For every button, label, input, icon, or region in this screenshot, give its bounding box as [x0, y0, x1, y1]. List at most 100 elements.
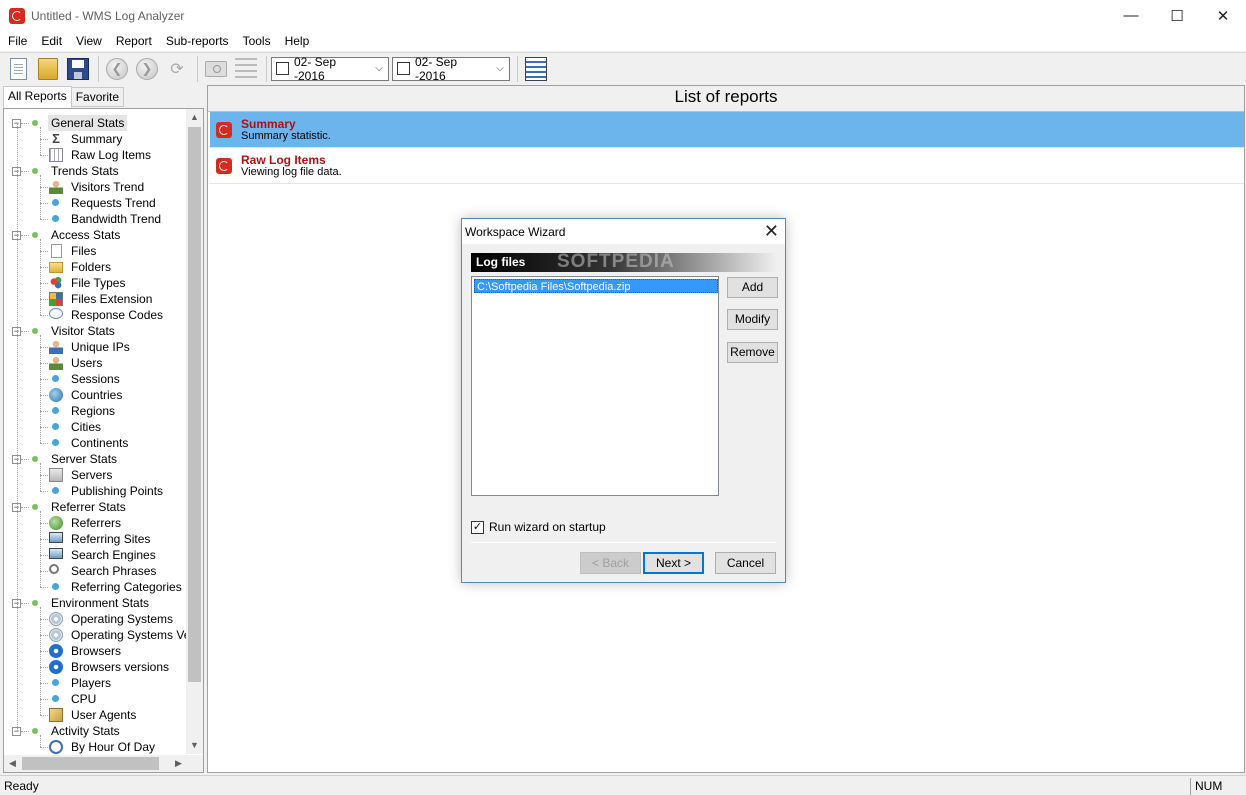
tree-category-label: Server Stats — [51, 452, 118, 466]
tree-item[interactable]: Users — [4, 355, 187, 371]
tree-item[interactable]: Σ Summary — [4, 131, 187, 147]
tree-item[interactable]: Continents — [4, 435, 187, 451]
tree-item[interactable]: Operating Systems — [4, 611, 187, 627]
tree-item[interactable]: Countries — [4, 387, 187, 403]
tree-item[interactable]: Referrers — [4, 515, 187, 531]
maximize-button[interactable]: ☐ — [1154, 0, 1200, 31]
tree-item[interactable]: Referring Sites — [4, 531, 187, 547]
menu-view[interactable]: View — [69, 34, 109, 48]
scroll-right-icon[interactable]: ▶ — [170, 755, 187, 772]
back-button[interactable]: ❮ — [103, 55, 131, 83]
log-files-list[interactable]: C:\Softpedia Files\Softpedia.zip — [471, 276, 719, 496]
add-button[interactable]: Add — [727, 277, 778, 298]
tree-horizontal-scrollbar[interactable]: ◀ ▶ — [4, 755, 187, 772]
tree-category[interactable]: − Trends Stats — [4, 163, 187, 179]
chevron-down-icon[interactable]: ⌵ — [491, 63, 509, 74]
chevron-down-icon[interactable]: ⌵ — [370, 63, 388, 74]
tree-category[interactable]: − Access Stats — [4, 227, 187, 243]
tree-category[interactable]: − Environment Stats — [4, 595, 187, 611]
tree-item[interactable]: Response Codes — [4, 307, 187, 323]
modify-button[interactable]: Modify — [727, 309, 778, 330]
tree-item[interactable]: Regions — [4, 403, 187, 419]
tree-item[interactable]: Referring Categories — [4, 579, 187, 595]
report-row-raw-log-items[interactable]: Raw Log Items Viewing log file data. — [210, 148, 1244, 184]
remove-button[interactable]: Remove — [727, 342, 778, 363]
menu-sub-reports[interactable]: Sub-reports — [159, 34, 236, 48]
menu-tools[interactable]: Tools — [236, 34, 278, 48]
date-from-picker[interactable]: 02- Sep -2016 ⌵ — [271, 55, 389, 83]
cancel-button[interactable]: Cancel — [715, 552, 776, 574]
run-wizard-checkbox[interactable]: ✓ — [471, 520, 484, 534]
next-button[interactable]: Next > — [643, 552, 704, 574]
tree-item[interactable]: Search Phrases — [4, 563, 187, 579]
tab-favorite[interactable]: Favorite — [70, 87, 125, 107]
report-row-summary[interactable]: Summary Summary statistic. — [210, 112, 1244, 148]
refresh-button[interactable]: ⟳ — [163, 55, 191, 83]
tree-item[interactable]: Bandwidth Trend — [4, 211, 187, 227]
date-from-checkbox[interactable] — [276, 62, 289, 75]
tree-item[interactable]: Files — [4, 243, 187, 259]
tree-item[interactable]: Cities — [4, 419, 187, 435]
date-to-picker[interactable]: 02- Sep -2016 ⌵ — [392, 55, 510, 83]
run-wizard-option[interactable]: ✓ Run wizard on startup — [471, 520, 606, 534]
tree-item[interactable]: Files Extension — [4, 291, 187, 307]
tab-all-reports[interactable]: All Reports — [3, 86, 72, 108]
horizontal-scroll-thumb[interactable] — [22, 757, 159, 770]
tree-category[interactable]: − General Stats — [4, 115, 187, 131]
snapshot-button[interactable] — [202, 55, 230, 83]
tree-item[interactable]: CPU — [4, 691, 187, 707]
tree-item[interactable]: Operating Systems Versio — [4, 627, 203, 643]
dialog-title: Workspace Wizard — [465, 225, 566, 239]
tree-category[interactable]: − Visitor Stats — [4, 323, 187, 339]
vertical-scroll-thumb[interactable] — [188, 127, 201, 682]
tree-item[interactable]: By Hour Of Day — [4, 739, 187, 755]
tree-item[interactable]: Folders — [4, 259, 187, 275]
tree-item[interactable]: Browsers — [4, 643, 187, 659]
tree-item[interactable]: User Agents — [4, 707, 187, 723]
tree-category[interactable]: − Server Stats — [4, 451, 187, 467]
bullet-mark — [52, 423, 59, 430]
menu-report[interactable]: Report — [109, 34, 159, 48]
date-to-checkbox[interactable] — [397, 62, 410, 75]
list-item[interactable]: C:\Softpedia Files\Softpedia.zip — [474, 279, 718, 293]
tree-category[interactable]: − Activity Stats — [4, 723, 187, 739]
person-icon — [49, 180, 63, 194]
status-bar: Ready NUM — [0, 775, 1246, 795]
scroll-up-icon[interactable]: ▲ — [186, 109, 203, 126]
tree-item[interactable]: Players — [4, 675, 187, 691]
tree-item-label: Search Engines — [71, 548, 156, 562]
tree-item[interactable]: Search Engines — [4, 547, 187, 563]
menu-file[interactable]: File — [1, 34, 34, 48]
menu-edit[interactable]: Edit — [34, 34, 69, 48]
dot-icon — [49, 580, 63, 594]
dialog-close-icon[interactable]: ✕ — [764, 221, 779, 241]
tree-category[interactable]: − Referrer Stats — [4, 499, 187, 515]
tree-item[interactable]: Publishing Points — [4, 483, 187, 499]
back-button[interactable]: < Back — [580, 552, 641, 574]
open-button[interactable] — [34, 55, 62, 83]
scroll-left-icon[interactable]: ◀ — [4, 755, 21, 772]
tree-item[interactable]: Servers — [4, 467, 187, 483]
close-button[interactable]: ✕ — [1200, 0, 1246, 31]
scroll-down-icon[interactable]: ▼ — [186, 737, 203, 754]
tree-item[interactable]: Raw Log Items — [4, 147, 187, 163]
tree-item-label: Unique IPs — [71, 340, 130, 354]
tree-item-label: Browsers versions — [71, 660, 170, 674]
tree-item[interactable]: Visitors Trend — [4, 179, 187, 195]
tree-item[interactable]: Sessions — [4, 371, 187, 387]
tree-item[interactable]: Browsers versions — [4, 659, 187, 675]
menu-help[interactable]: Help — [278, 34, 317, 48]
new-button[interactable] — [4, 55, 32, 83]
tree-item[interactable]: Requests Trend — [4, 195, 187, 211]
tree-item[interactable]: File Types — [4, 275, 187, 291]
tree-item[interactable]: Unique IPs — [4, 339, 187, 355]
list-button[interactable] — [232, 55, 260, 83]
forward-button[interactable]: ❯ — [133, 55, 161, 83]
save-button[interactable] — [64, 55, 92, 83]
tree-connector — [40, 347, 48, 348]
tree-vertical-scrollbar[interactable]: ▲ ▼ — [186, 109, 203, 754]
list-header: List of reports — [208, 86, 1244, 112]
tree-item-label: Operating Systems — [71, 612, 174, 626]
minimize-button[interactable]: — — [1108, 0, 1154, 31]
schedule-button[interactable] — [522, 55, 550, 83]
